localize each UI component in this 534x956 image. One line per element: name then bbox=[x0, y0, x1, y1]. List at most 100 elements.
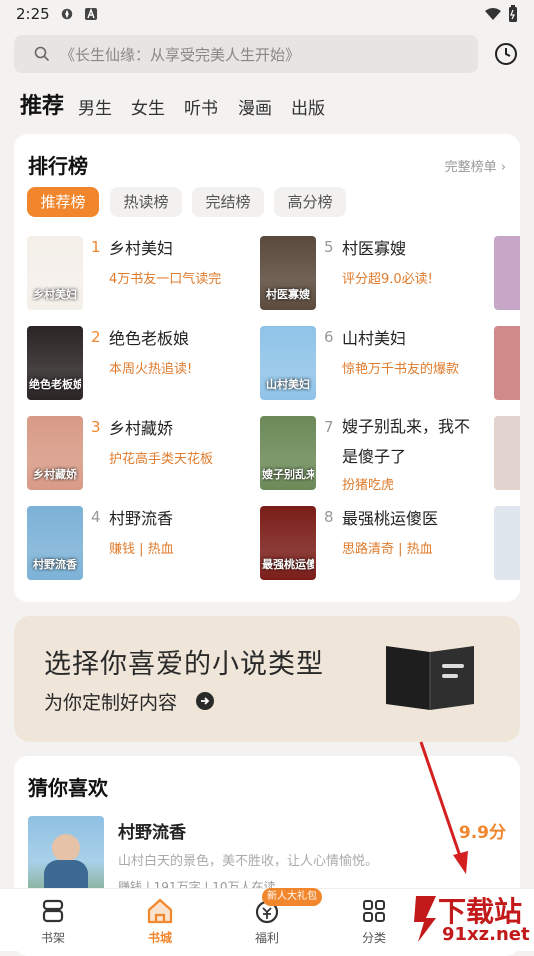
ranking-item[interactable]: 最强桃运傻医8最强桃运傻医思路清奇 | 热血 bbox=[260, 506, 492, 582]
cover-title: 村野流香 bbox=[33, 558, 77, 571]
tab-welfare-label: 福利 bbox=[254, 931, 279, 945]
watermark: 下载站 91xz.net bbox=[412, 888, 534, 950]
tab-recommend[interactable]: 推荐 bbox=[20, 88, 64, 120]
chip-high-score[interactable]: 高分榜 bbox=[274, 187, 346, 217]
chip-finished[interactable]: 完结榜 bbox=[192, 187, 264, 217]
rank-number: 8 bbox=[324, 508, 334, 526]
cover-title: 乡村藏娇 bbox=[33, 468, 77, 481]
cover-title: 最强桃运傻医 bbox=[262, 558, 314, 571]
book-icon bbox=[386, 646, 474, 710]
book-title: 绝色老板娘 bbox=[109, 329, 190, 348]
rank-number: 5 bbox=[324, 238, 334, 256]
battery-icon bbox=[509, 5, 517, 22]
tab-category[interactable]: 分类 bbox=[334, 889, 414, 951]
chip-hot[interactable]: 热读榜 bbox=[110, 187, 182, 217]
book-title: 村野流香 bbox=[109, 509, 174, 528]
status-a-icon bbox=[85, 8, 97, 20]
tab-bookstore[interactable]: 书城 bbox=[120, 889, 200, 951]
banner-title: 选择你喜爱的小说类型 bbox=[44, 649, 324, 680]
chip-recommend[interactable]: 推荐榜 bbox=[27, 187, 99, 217]
next-column-cover[interactable] bbox=[494, 326, 520, 400]
ranking-item[interactable]: 嫂子别乱来 7 嫂子别乱来，我不是傻子了扮猪吃虎 bbox=[260, 416, 492, 493]
book-cover: 最强桃运傻医 bbox=[260, 506, 316, 580]
full-ranking-link[interactable]: 完整榜单 › bbox=[445, 156, 506, 175]
banner-subtitle: 为你定制好内容 bbox=[44, 692, 178, 714]
ranking-item[interactable]: 绝色老板娘 2 绝色老板娘 本周火热追读! bbox=[27, 326, 259, 402]
full-ranking-label: 完整榜单 bbox=[444, 160, 497, 175]
next-column-cover[interactable] bbox=[494, 416, 520, 490]
wifi-icon bbox=[485, 8, 501, 20]
cover-title: 绝色老板娘 bbox=[29, 378, 81, 391]
rank-number: 4 bbox=[91, 508, 101, 526]
new-user-gift-badge: 新人大礼包 bbox=[262, 888, 322, 906]
book-tagline: 护花高手类天花板 bbox=[109, 452, 214, 467]
book-cover: 村野流香 bbox=[27, 506, 83, 580]
status-app-icon bbox=[61, 8, 73, 20]
cover-title: 山村美妇 bbox=[266, 378, 310, 391]
book-score: 9.9分 bbox=[458, 823, 506, 843]
home-icon bbox=[147, 898, 173, 924]
tab-audiobook[interactable]: 听书 bbox=[184, 94, 218, 119]
genre-banner[interactable]: 选择你喜爱的小说类型 为你定制好内容 bbox=[14, 616, 520, 742]
book-title: 村医寡嫂 bbox=[342, 239, 407, 258]
tab-male[interactable]: 男生 bbox=[78, 94, 112, 119]
ranking-item[interactable]: 乡村美妇 1 乡村美妇 4万书友一口气读完 bbox=[27, 236, 259, 312]
rank-number: 6 bbox=[324, 328, 334, 346]
ranking-item[interactable]: 村野流香 4 村野流香 赚钱 | 热血 bbox=[27, 506, 259, 582]
tab-bookshelf[interactable]: 书架 bbox=[13, 889, 93, 951]
tab-publishing[interactable]: 出版 bbox=[291, 94, 325, 119]
book-description: 山村白天的景色，美不胜收，让人心情愉悦。 bbox=[118, 854, 379, 869]
tab-category-label: 分类 bbox=[361, 931, 386, 945]
bookshelf-icon bbox=[42, 899, 64, 923]
search-placeholder: 《长生仙缘：从享受完美人生开始》 bbox=[60, 46, 301, 64]
ranking-card: 排行榜 完整榜单 › 推荐榜 热读榜 完结榜 高分榜 乡村美妇 1 乡村美妇 4万书友… bbox=[14, 134, 520, 602]
history-clock-icon[interactable] bbox=[494, 42, 518, 66]
rank-number: 7 bbox=[324, 418, 334, 436]
status-time: 2:25 bbox=[16, 5, 50, 23]
ranking-item[interactable]: 村医寡嫂 5 村医寡嫂 评分超9.0必读! bbox=[260, 236, 492, 312]
book-cover: 绝色老板娘 bbox=[27, 326, 83, 400]
book-tagline: 本周火热追读! bbox=[109, 362, 193, 377]
guess-title: 猜你喜欢 bbox=[28, 776, 108, 800]
book-cover: 乡村藏娇 bbox=[27, 416, 83, 490]
cover-title: 村医寡嫂 bbox=[266, 288, 310, 301]
tab-female[interactable]: 女生 bbox=[131, 94, 165, 119]
book-tagline: 评分超9.0必读! bbox=[342, 272, 433, 287]
book-cover: 嫂子别乱来 bbox=[260, 416, 316, 490]
watermark-line2: 91xz.net bbox=[442, 924, 530, 945]
watermark-logo-icon bbox=[414, 896, 436, 942]
cover-title: 嫂子别乱来 bbox=[262, 468, 314, 481]
next-column-cover[interactable] bbox=[494, 236, 520, 310]
ranking-title: 排行榜 bbox=[28, 154, 88, 178]
book-title: 山村美妇 bbox=[342, 329, 407, 348]
book-cover: 乡村美妇 bbox=[27, 236, 83, 310]
search-bar[interactable]: 《长生仙缘：从享受完美人生开始》 bbox=[14, 35, 478, 73]
book-cover: 山村美妇 bbox=[260, 326, 316, 400]
arrow-right-circle-icon bbox=[196, 692, 214, 710]
ranking-item[interactable]: 山村美妇 6 山村美妇 惊艳万千书友的爆款 bbox=[260, 326, 492, 402]
tab-bookstore-label: 书城 bbox=[147, 931, 172, 945]
book-title: 乡村藏娇 bbox=[109, 419, 174, 438]
chevron-right-icon: › bbox=[500, 160, 506, 175]
book-tagline: 4万书友一口气读完 bbox=[109, 272, 222, 287]
book-title: 最强桃运傻医 bbox=[342, 509, 439, 528]
book-title[interactable]: 村野流香 bbox=[118, 818, 186, 843]
tab-comics[interactable]: 漫画 bbox=[238, 94, 272, 119]
tab-bookshelf-label: 书架 bbox=[40, 931, 65, 945]
next-column-cover[interactable] bbox=[494, 506, 520, 580]
book-cover: 村医寡嫂 bbox=[260, 236, 316, 310]
rank-number: 1 bbox=[91, 238, 101, 256]
cover-title: 乡村美妇 bbox=[33, 288, 77, 301]
book-tagline: 扮猪吃虎 bbox=[342, 478, 395, 493]
book-title: 嫂子别乱来，我不是傻子了 bbox=[342, 417, 471, 466]
book-title: 乡村美妇 bbox=[109, 239, 174, 258]
category-grid-icon bbox=[363, 900, 385, 922]
rank-number: 2 bbox=[91, 328, 101, 346]
status-bar: 2:25 bbox=[0, 0, 534, 30]
book-tagline: 思路清奇 | 热血 bbox=[342, 542, 433, 557]
search-icon bbox=[34, 46, 50, 62]
book-tagline: 赚钱 | 热血 bbox=[109, 542, 174, 557]
rank-number: 3 bbox=[91, 418, 101, 436]
book-tagline: 惊艳万千书友的爆款 bbox=[342, 362, 460, 377]
ranking-item[interactable]: 乡村藏娇 3 乡村藏娇 护花高手类天花板 bbox=[27, 416, 259, 492]
